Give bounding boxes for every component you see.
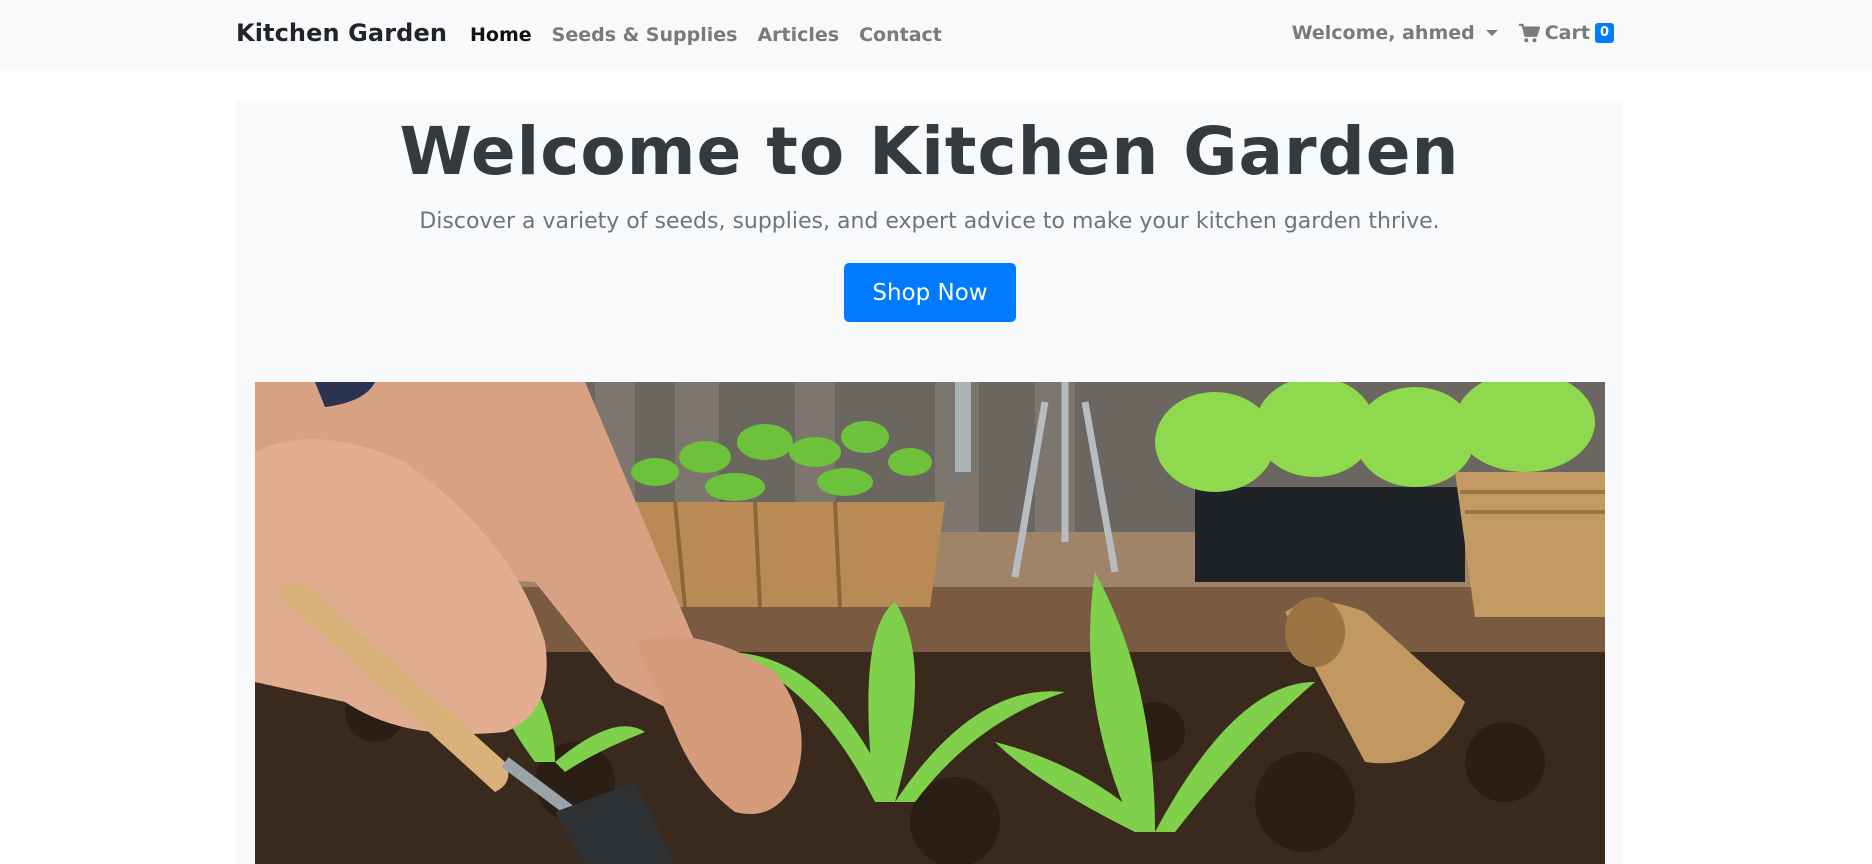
nav-links: Home Seeds & Supplies Articles Contact: [470, 24, 942, 46]
shopping-cart-icon: [1518, 23, 1540, 43]
nav-link-articles[interactable]: Articles: [757, 24, 839, 46]
cart-count-badge: 0: [1594, 23, 1614, 43]
hero-garden-image: [255, 382, 1605, 864]
shop-now-button[interactable]: Shop Now: [844, 263, 1016, 322]
nav-link-home[interactable]: Home: [470, 24, 532, 46]
nav-link-seeds-supplies[interactable]: Seeds & Supplies: [552, 24, 738, 46]
cart-label: Cart: [1544, 22, 1590, 44]
garden-photo-illustration: [255, 382, 1605, 864]
user-menu-label: Welcome, ahmed: [1291, 22, 1475, 44]
cart-link[interactable]: Cart 0: [1518, 22, 1614, 44]
caret-down-icon: [1485, 30, 1498, 36]
nav-right: Welcome, ahmed Cart 0: [1292, 22, 1614, 44]
user-menu-dropdown[interactable]: Welcome, ahmed: [1292, 22, 1498, 44]
hero-subtitle: Discover a variety of seeds, supplies, a…: [419, 209, 1440, 234]
navbar: Kitchen Garden Home Seeds & Supplies Art…: [0, 0, 1872, 71]
hero-title: Welcome to Kitchen Garden: [399, 113, 1460, 190]
brand-logo[interactable]: Kitchen Garden: [236, 19, 447, 47]
hero-jumbotron: Welcome to Kitchen Garden Discover a var…: [236, 101, 1623, 864]
nav-link-contact[interactable]: Contact: [859, 24, 942, 46]
